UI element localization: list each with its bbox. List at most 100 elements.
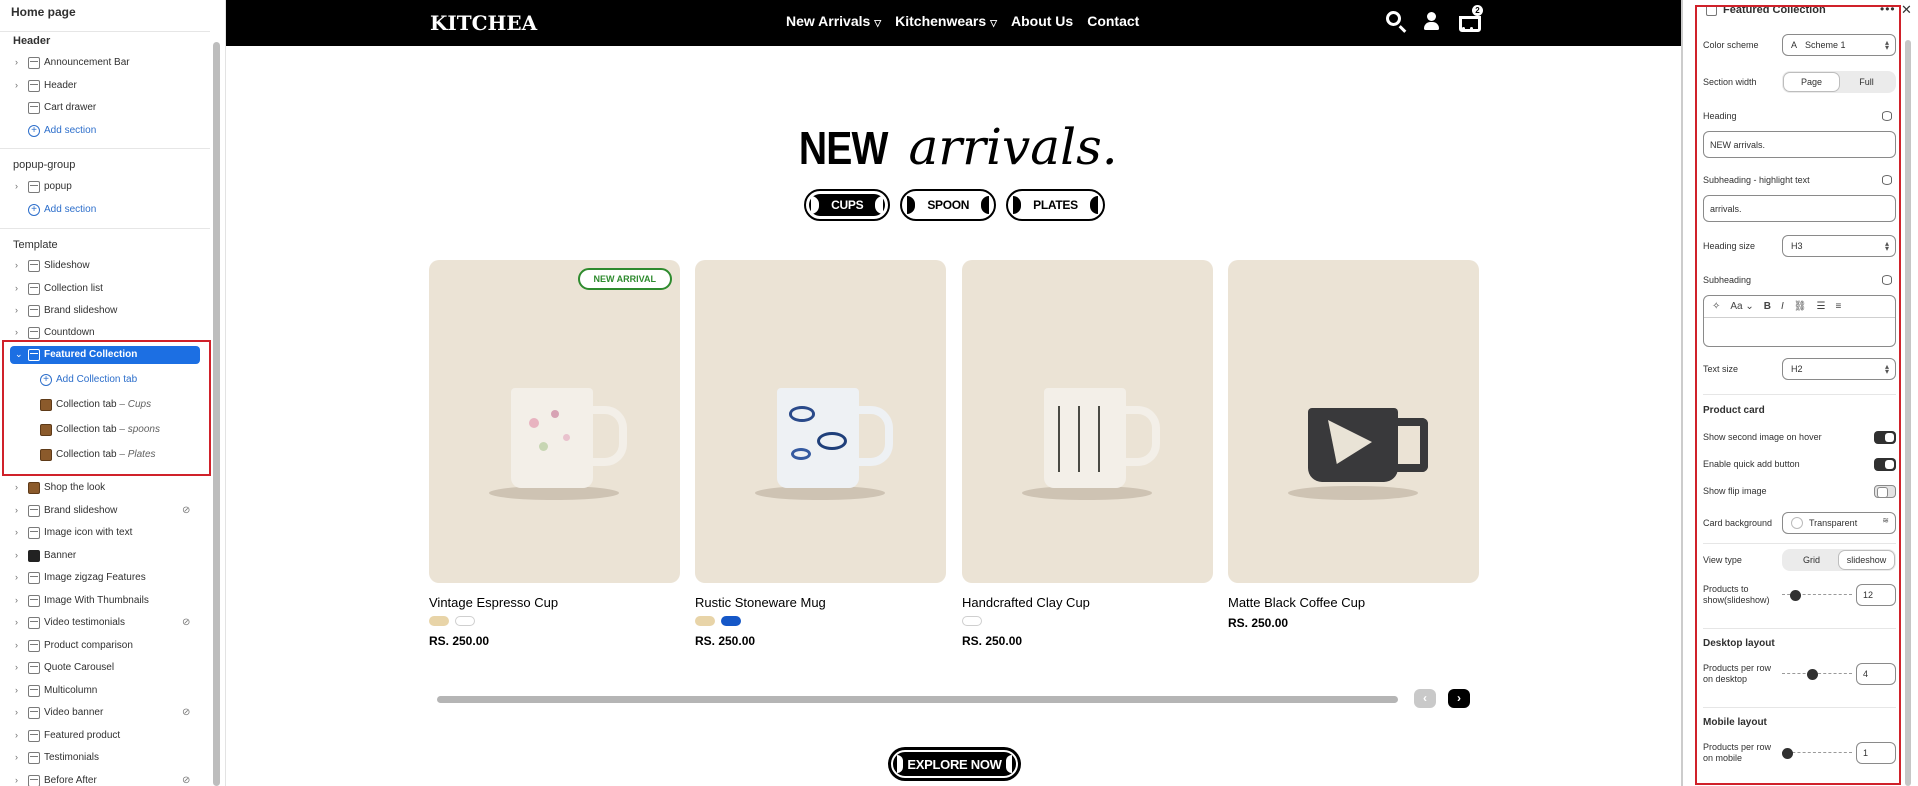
sidebar-item-slideshow[interactable]: › Slideshow — [0, 257, 210, 275]
view-type-grid[interactable]: Grid — [1784, 551, 1839, 569]
chevron-right-icon[interactable]: › — [15, 730, 24, 740]
chevron-right-icon[interactable]: › — [15, 284, 24, 293]
chevron-right-icon[interactable]: › — [15, 708, 24, 717]
sidebar-item-video-banner[interactable]: › Video banner ⊘ — [0, 704, 210, 722]
sidebar-item-collection-list[interactable]: › Collection list — [0, 280, 210, 298]
sidebar-item-testimonials[interactable]: › Testimonials — [0, 749, 210, 767]
second-image-toggle[interactable] — [1874, 431, 1896, 444]
sidebar-item-product-comparison[interactable]: › Product comparison — [0, 637, 210, 655]
tab-cups[interactable]: CUPS — [804, 189, 891, 221]
chevron-right-icon[interactable]: › — [15, 182, 24, 191]
sidebar-item-brand-slideshow[interactable]: › Brand slideshow — [0, 302, 210, 320]
sidebar-item-before-after[interactable]: › Before After ⊘ — [0, 772, 210, 786]
bullet-list-icon[interactable]: ☰ — [1817, 301, 1826, 312]
quick-add-toggle[interactable] — [1874, 458, 1896, 471]
chevron-right-icon[interactable]: › — [15, 685, 24, 695]
products-show-slider[interactable] — [1782, 590, 1852, 601]
eye-hidden-icon[interactable]: ⊘ — [182, 775, 194, 786]
heading-input[interactable]: NEW arrivals. — [1703, 131, 1896, 158]
color-swatch[interactable] — [429, 616, 449, 626]
sidebar-item-image-icon-with-text[interactable]: › Image icon with text — [0, 524, 210, 542]
chevron-right-icon[interactable]: › — [15, 328, 24, 337]
sidebar-item-shop-the-look[interactable]: › Shop the look — [0, 479, 210, 497]
product-image[interactable] — [1228, 260, 1479, 583]
text-size-select[interactable]: H2 ▴ ▾ — [1782, 358, 1896, 380]
tab-plates[interactable]: PLATES — [1006, 189, 1105, 221]
eye-hidden-icon[interactable]: ⊘ — [182, 505, 194, 516]
dynamic-source-icon[interactable] — [1882, 175, 1892, 185]
products-show-input[interactable]: 12 — [1856, 584, 1896, 606]
section-width-page[interactable]: Page — [1784, 73, 1839, 91]
more-options-icon[interactable]: ••• — [1880, 2, 1896, 16]
cart-icon[interactable]: 2 — [1458, 5, 1483, 32]
chevron-right-icon[interactable]: › — [15, 663, 24, 672]
product-name[interactable]: Vintage Espresso Cup — [429, 595, 680, 610]
chevron-right-icon[interactable]: › — [15, 550, 24, 560]
sidebar-item-featured-product[interactable]: › Featured product — [0, 727, 210, 745]
section-width-full[interactable]: Full — [1839, 73, 1894, 91]
chevron-right-icon[interactable]: › — [15, 261, 24, 270]
product-card[interactable]: Rustic Stoneware Mug RS. 250.00 — [695, 260, 946, 648]
next-arrow-icon[interactable]: › — [1448, 689, 1470, 708]
sidebar-item-video-testimonials[interactable]: › Video testimonials ⊘ — [0, 614, 210, 632]
chevron-right-icon[interactable]: › — [15, 595, 24, 605]
dynamic-source-icon[interactable] — [1882, 275, 1892, 285]
per-row-desktop-input[interactable]: 4 — [1856, 663, 1896, 685]
product-image[interactable]: NEW ARRIVAL — [429, 260, 680, 583]
sidebar-item-announcement-bar[interactable]: › Announcement Bar — [0, 54, 210, 72]
chevron-right-icon[interactable]: › — [15, 81, 24, 90]
chevron-right-icon[interactable]: › — [15, 505, 24, 515]
chevron-right-icon[interactable]: › — [15, 775, 24, 785]
sidebar-item-brand-slideshow[interactable]: › Brand slideshow ⊘ — [0, 502, 210, 520]
text-style-icon[interactable]: Aa ⌄ — [1730, 301, 1753, 312]
card-background-picker[interactable]: Transparent ≋ — [1782, 512, 1896, 534]
product-image[interactable] — [962, 260, 1213, 583]
settings-scrollbar[interactable] — [1905, 40, 1911, 786]
slider-thumb[interactable] — [1807, 669, 1818, 680]
per-row-mobile-slider[interactable] — [1782, 748, 1852, 759]
product-card[interactable]: Handcrafted Clay Cup RS. 250.00 — [962, 260, 1213, 648]
chevron-right-icon[interactable]: › — [15, 528, 24, 537]
product-name[interactable]: Matte Black Coffee Cup — [1228, 595, 1479, 610]
nav-kitchenwears[interactable]: Kitchenwears ▽ — [895, 13, 997, 29]
tab-spoon[interactable]: SPOON — [900, 189, 997, 221]
eye-hidden-icon[interactable]: ⊘ — [182, 617, 194, 628]
explore-now-button[interactable]: EXPLORE NOW — [888, 747, 1021, 781]
magic-icon[interactable]: ✧ — [1712, 301, 1720, 312]
sidebar-item-header[interactable]: › Header — [0, 77, 210, 95]
add-section-button[interactable]: + Add section — [0, 122, 210, 140]
chevron-right-icon[interactable]: › — [15, 573, 24, 582]
chevron-right-icon[interactable]: › — [15, 753, 24, 762]
color-swatch[interactable] — [962, 616, 982, 626]
sidebar-item-banner[interactable]: › Banner — [0, 547, 210, 565]
color-swatch[interactable] — [695, 616, 715, 626]
add-section-button[interactable]: + Add section — [0, 201, 210, 219]
product-card[interactable]: Matte Black Coffee Cup RS. 250.00 — [1228, 260, 1479, 630]
product-card[interactable]: NEW ARRIVAL Vintage Espresso Cup RS. 250.0… — [429, 260, 680, 648]
sidebar-item-image-zigzag-features[interactable]: › Image zigzag Features — [0, 569, 210, 587]
sidebar-item-image-with-thumbnails[interactable]: › Image With Thumbnails — [0, 592, 210, 610]
color-scheme-select[interactable]: A Scheme 1 ▴ ▾ — [1782, 34, 1896, 56]
italic-icon[interactable]: I — [1781, 301, 1784, 312]
color-swatch[interactable] — [721, 616, 741, 626]
per-row-desktop-slider[interactable] — [1782, 669, 1852, 680]
dynamic-source-icon[interactable] — [1882, 111, 1892, 121]
sidebar-item-multicolumn[interactable]: › Multicolumn — [0, 682, 210, 700]
product-image[interactable] — [695, 260, 946, 583]
nav-about-us[interactable]: About Us — [1011, 13, 1073, 29]
highlight-input[interactable]: arrivals. — [1703, 195, 1896, 222]
chevron-right-icon[interactable]: › — [15, 483, 24, 492]
sidebar-item-popup[interactable]: › popup — [0, 178, 210, 196]
close-icon[interactable]: ✕ — [1901, 2, 1912, 18]
sidebar-item-quote-carousel[interactable]: › Quote Carousel — [0, 659, 210, 677]
nav-new-arrivals[interactable]: New Arrivals ▽ — [786, 13, 881, 29]
per-row-mobile-input[interactable]: 1 — [1856, 742, 1896, 764]
link-icon[interactable]: ⛓ — [1794, 301, 1807, 312]
sidebar-item-cart-drawer[interactable]: Cart drawer — [0, 99, 210, 117]
slider-thumb[interactable] — [1782, 748, 1793, 759]
bold-icon[interactable]: B — [1764, 301, 1771, 312]
prev-arrow-icon[interactable]: ‹ — [1414, 689, 1436, 708]
product-name[interactable]: Rustic Stoneware Mug — [695, 595, 946, 610]
heading-size-select[interactable]: H3 ▴ ▾ — [1782, 235, 1896, 257]
account-icon[interactable] — [1422, 11, 1442, 31]
